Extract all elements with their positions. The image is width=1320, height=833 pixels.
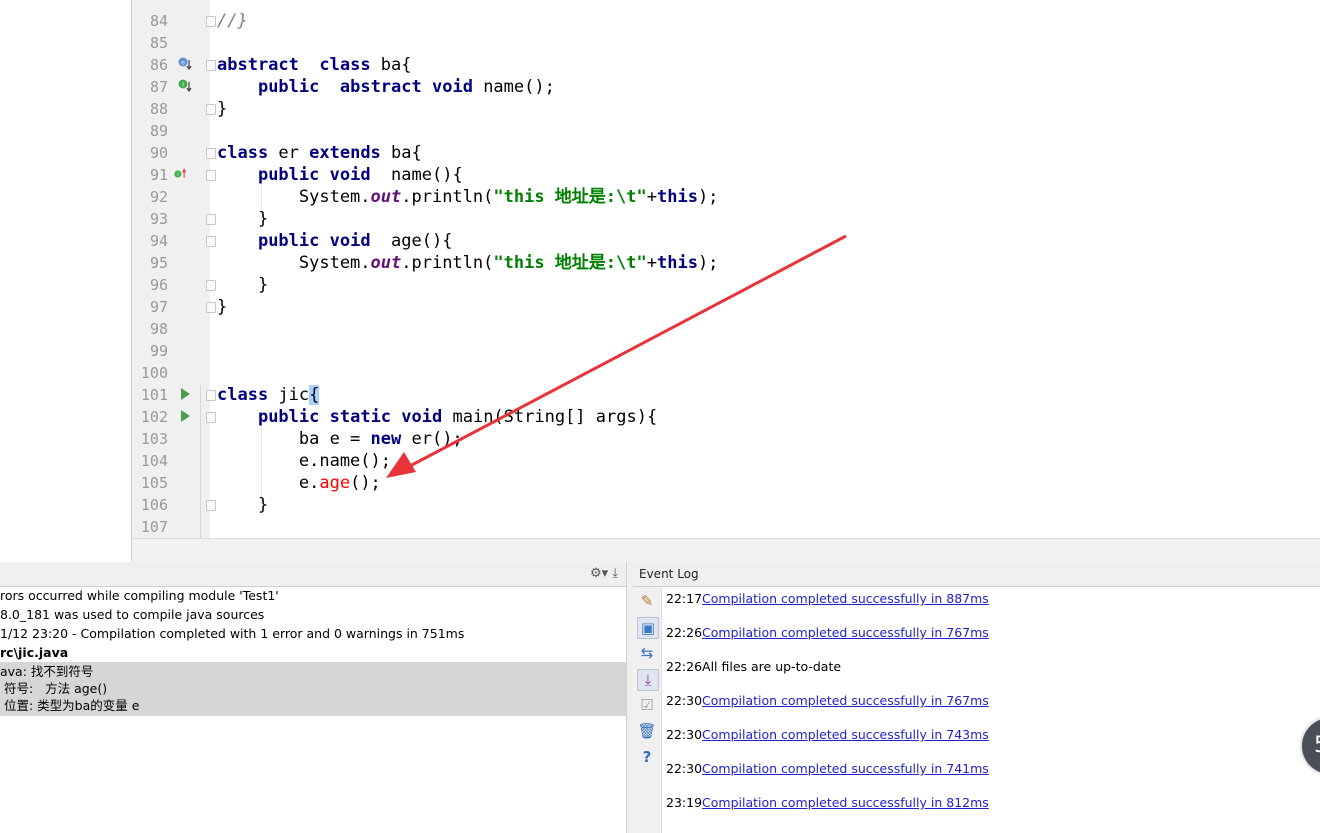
message-line: 1/12 23:20 - Compilation completed with … <box>0 626 465 641</box>
log-link[interactable]: Compilation completed successfully in 81… <box>702 795 989 810</box>
log-time: 22:30 <box>666 693 703 708</box>
log-entry: 23:19Compilation completed successfully … <box>666 794 989 812</box>
soft-wrap-icon[interactable]: ⇆ <box>637 643 657 663</box>
log-link[interactable]: Compilation completed successfully in 74… <box>702 727 989 742</box>
log-time: 23:19 <box>666 795 703 810</box>
event-log-title: Event Log <box>639 567 699 581</box>
message-line: 8.0_181 was used to compile java sources <box>0 607 265 622</box>
mark-read-icon[interactable]: ☑ <box>637 695 657 715</box>
settings-wrench-icon[interactable]: ✎ <box>637 591 657 611</box>
message-line: rors occurred while compiling module 'Te… <box>0 588 279 603</box>
event-log-panel: Event Log ✎ ▣ ⇆ ⤓ ☑ 🗑 ? 22:17Compilation… <box>633 562 1320 833</box>
messages-panel: ⚙▾ ⤓ rors occurred while compiling modul… <box>0 562 627 833</box>
log-entry: 22:26Compilation completed successfully … <box>666 624 989 642</box>
log-link[interactable]: Compilation completed successfully in 74… <box>702 761 989 776</box>
log-entry: 22:17Compilation completed successfully … <box>666 590 989 608</box>
messages-header: ⚙▾ ⤓ <box>0 562 626 587</box>
hide-icon[interactable]: ⤓ <box>612 566 618 581</box>
log-entry: 22:26All files are up-to-date <box>666 658 841 676</box>
log-time: 22:30 <box>666 761 703 776</box>
log-entry: 22:30Compilation completed successfully … <box>666 760 989 778</box>
log-link[interactable]: Compilation completed successfully in 76… <box>702 693 989 708</box>
log-time: 22:30 <box>666 727 703 742</box>
log-entry: 22:30Compilation completed successfully … <box>666 692 989 710</box>
event-log-header: Event Log <box>633 562 1320 587</box>
log-time: 22:17 <box>666 591 703 606</box>
log-time: 22:26 <box>666 625 703 640</box>
help-icon[interactable]: ? <box>637 747 657 767</box>
log-entry: 22:30Compilation completed successfully … <box>666 726 989 744</box>
event-log-toolbar: ✎ ▣ ⇆ ⤓ ☑ 🗑 ? <box>633 587 662 833</box>
clear-all-icon[interactable]: 🗑 <box>637 721 657 741</box>
error-message[interactable]: ava: 找不到符号 <box>0 663 93 681</box>
error-location[interactable]: 位置: 类型为ba的变量 e <box>0 697 139 715</box>
error-file[interactable]: rc\jic.java <box>0 644 68 662</box>
error-symbol[interactable]: 符号: 方法 age() <box>0 680 107 698</box>
log-link[interactable]: Compilation completed successfully in 76… <box>702 625 989 640</box>
settings-icon[interactable]: ⚙▾ ⤓ <box>590 566 618 581</box>
log-time: 22:26 <box>666 659 703 674</box>
log-link[interactable]: Compilation completed successfully in 88… <box>702 591 989 606</box>
show-balloons-icon[interactable]: ▣ <box>637 617 659 639</box>
scroll-to-end-icon[interactable]: ⤓ <box>637 669 659 691</box>
log-text: All files are up-to-date <box>702 659 842 674</box>
